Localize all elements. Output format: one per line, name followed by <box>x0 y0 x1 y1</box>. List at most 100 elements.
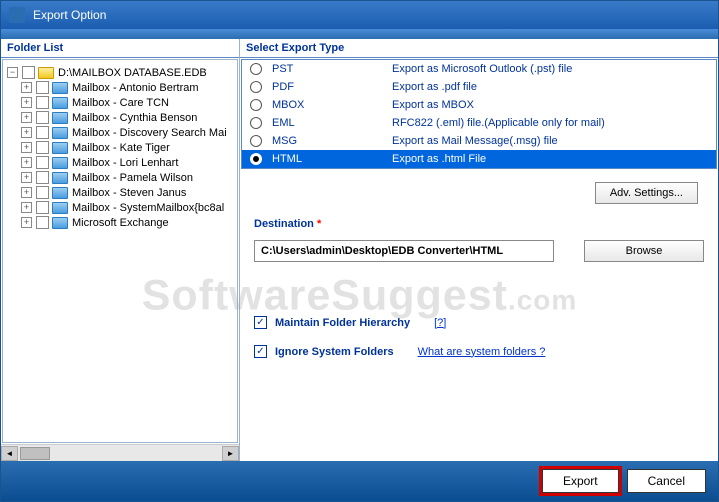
tree-item-label: Mailbox - Antonio Bertram <box>72 82 199 94</box>
titlebar: Export Option <box>1 1 718 29</box>
content-area: Folder List − D:\MAILBOX DATABASE.EDB +M… <box>1 39 718 461</box>
tree-item-label: Microsoft Exchange <box>72 217 169 229</box>
radio-icon[interactable] <box>250 153 262 165</box>
folder-list-panel: Folder List − D:\MAILBOX DATABASE.EDB +M… <box>1 39 240 461</box>
root-label: D:\MAILBOX DATABASE.EDB <box>58 67 207 79</box>
export-type-html[interactable]: HTMLExport as .html File <box>242 150 716 168</box>
expand-icon[interactable]: + <box>21 187 32 198</box>
export-type-pdf[interactable]: PDFExport as .pdf file <box>242 78 716 96</box>
expand-icon[interactable]: + <box>21 112 32 123</box>
export-type-desc: Export as .pdf file <box>392 81 477 93</box>
tree-item[interactable]: + Mailbox - SystemMailbox{bc8al <box>21 200 235 215</box>
app-icon <box>9 7 25 23</box>
mailbox-icon <box>52 142 68 154</box>
adv-settings-button[interactable]: Adv. Settings... <box>595 182 698 204</box>
radio-icon[interactable] <box>250 99 262 111</box>
tree-item[interactable]: + Mailbox - Antonio Bertram <box>21 80 235 95</box>
mailbox-icon <box>52 157 68 169</box>
export-type-desc: Export as Mail Message(.msg) file <box>392 135 558 147</box>
export-type-name: HTML <box>272 153 392 165</box>
expand-icon[interactable]: + <box>21 172 32 183</box>
checkbox[interactable] <box>36 81 49 94</box>
maintain-hierarchy-label: Maintain Folder Hierarchy <box>275 317 410 329</box>
expand-icon[interactable]: + <box>21 127 32 138</box>
system-folders-link[interactable]: What are system folders ? <box>418 346 546 358</box>
export-type-title: Select Export Type <box>240 39 718 58</box>
tree-item-label: Mailbox - Cynthia Benson <box>72 112 197 124</box>
tree-item-label: Mailbox - Lori Lenhart <box>72 157 178 169</box>
window-title: Export Option <box>33 8 106 22</box>
expand-icon[interactable]: + <box>21 82 32 93</box>
expand-icon[interactable]: + <box>21 217 32 228</box>
tree-item-label: Mailbox - Pamela Wilson <box>72 172 193 184</box>
mailbox-icon <box>52 202 68 214</box>
tree-item[interactable]: + Mailbox - Pamela Wilson <box>21 170 235 185</box>
dialog-footer: Export Cancel <box>1 461 718 501</box>
maintain-hierarchy-row: ✓ Maintain Folder Hierarchy [?] <box>254 316 704 329</box>
tree-item[interactable]: +Mailbox - Discovery Search Mai <box>21 125 235 140</box>
checkbox[interactable] <box>36 171 49 184</box>
radio-icon[interactable] <box>250 135 262 147</box>
cancel-button[interactable]: Cancel <box>627 469 706 493</box>
expand-icon[interactable]: + <box>21 97 32 108</box>
tree-item[interactable]: + Mailbox - Lori Lenhart <box>21 155 235 170</box>
mailbox-icon <box>52 172 68 184</box>
export-settings: Adv. Settings... Destination * Browse ✓ … <box>240 170 718 461</box>
export-type-desc: RFC822 (.eml) file.(Applicable only for … <box>392 117 605 129</box>
scroll-thumb[interactable] <box>20 447 50 460</box>
export-type-pst[interactable]: PSTExport as Microsoft Outlook (.pst) fi… <box>242 60 716 78</box>
tree-item[interactable]: +Mailbox - Steven Janus <box>21 185 235 200</box>
toolbar-strip <box>1 29 718 39</box>
ignore-system-label: Ignore System Folders <box>275 346 394 358</box>
export-type-eml[interactable]: EMLRFC822 (.eml) file.(Applicable only f… <box>242 114 716 132</box>
folder-tree[interactable]: − D:\MAILBOX DATABASE.EDB + Mailbox - Ant… <box>2 59 238 443</box>
export-type-msg[interactable]: MSGExport as Mail Message(.msg) file <box>242 132 716 150</box>
export-dialog: Export Option Folder List − D:\MAILBOX D… <box>0 0 719 502</box>
hierarchy-help-link[interactable]: [?] <box>434 317 446 329</box>
tree-item-label: Mailbox - Care TCN <box>72 97 169 109</box>
checkbox[interactable] <box>36 111 49 124</box>
radio-icon[interactable] <box>250 63 262 75</box>
export-type-name: PST <box>272 63 392 75</box>
destination-input[interactable] <box>254 240 554 262</box>
tree-item-label: Mailbox - Kate Tiger <box>72 142 170 154</box>
checkbox[interactable] <box>36 186 49 199</box>
ignore-system-checkbox[interactable]: ✓ <box>254 345 267 358</box>
export-options-panel: Select Export Type PSTExport as Microsof… <box>240 39 718 461</box>
collapse-icon[interactable]: − <box>7 67 18 78</box>
expand-icon[interactable]: + <box>21 202 32 213</box>
tree-item[interactable]: + Mailbox - Kate Tiger <box>21 140 235 155</box>
expand-icon[interactable]: + <box>21 157 32 168</box>
scroll-left-icon[interactable]: ◄ <box>1 446 18 461</box>
checkbox[interactable] <box>36 126 49 139</box>
export-type-mbox[interactable]: MBOXExport as MBOX <box>242 96 716 114</box>
export-type-name: MSG <box>272 135 392 147</box>
checkbox[interactable] <box>36 141 49 154</box>
radio-icon[interactable] <box>250 81 262 93</box>
export-type-name: MBOX <box>272 99 392 111</box>
mailbox-icon <box>52 127 68 139</box>
export-type-name: EML <box>272 117 392 129</box>
radio-icon[interactable] <box>250 117 262 129</box>
maintain-hierarchy-checkbox[interactable]: ✓ <box>254 316 267 329</box>
tree-item[interactable]: + Microsoft Exchange <box>21 215 235 230</box>
browse-button[interactable]: Browse <box>584 240 704 262</box>
scroll-right-icon[interactable]: ► <box>222 446 239 461</box>
tree-item[interactable]: + Mailbox - Cynthia Benson <box>21 110 235 125</box>
tree-root[interactable]: − D:\MAILBOX DATABASE.EDB <box>7 65 235 80</box>
destination-label: Destination * <box>254 218 704 230</box>
checkbox[interactable] <box>36 156 49 169</box>
horizontal-scrollbar[interactable]: ◄ ► <box>1 444 239 461</box>
mailbox-icon <box>52 187 68 199</box>
mailbox-icon <box>52 97 68 109</box>
export-button[interactable]: Export <box>542 469 619 493</box>
mailbox-icon <box>52 82 68 94</box>
expand-icon[interactable]: + <box>21 142 32 153</box>
checkbox[interactable] <box>36 216 49 229</box>
checkbox[interactable] <box>22 66 35 79</box>
tree-item[interactable]: + Mailbox - Care TCN <box>21 95 235 110</box>
tree-item-label: Mailbox - SystemMailbox{bc8al <box>72 202 224 214</box>
ignore-system-folders-row: ✓ Ignore System Folders What are system … <box>254 345 704 358</box>
checkbox[interactable] <box>36 201 49 214</box>
checkbox[interactable] <box>36 96 49 109</box>
